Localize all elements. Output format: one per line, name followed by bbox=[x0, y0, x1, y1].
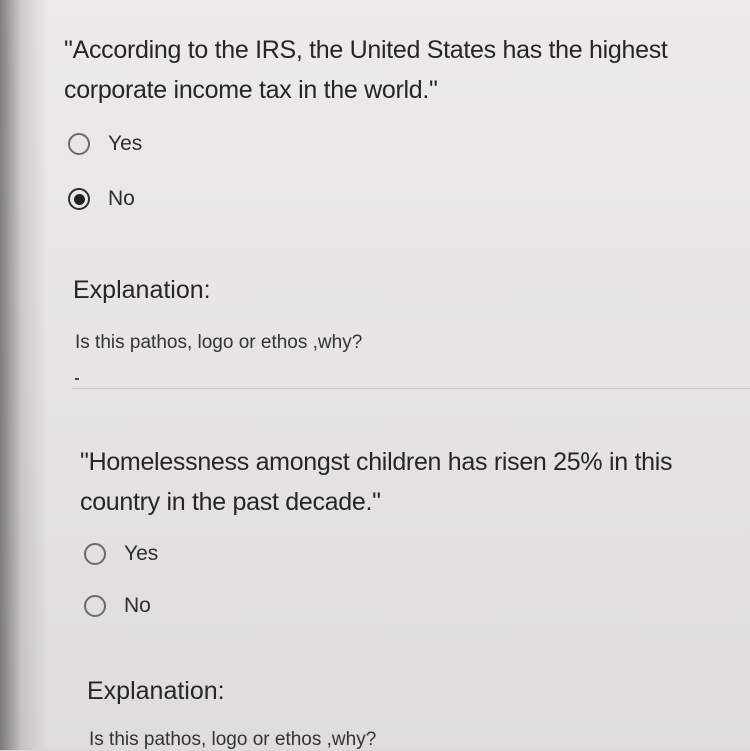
question-1-prompt-line-1: "According to the IRS, the United States… bbox=[64, 36, 668, 64]
radio-button-unchecked-icon[interactable] bbox=[84, 595, 106, 617]
question-1-prompt-line-2: corporate income tax in the world." bbox=[64, 76, 438, 104]
option-label: No bbox=[108, 187, 135, 210]
question-1-explanation-help: Is this pathos, logo or ethos ,why? bbox=[75, 332, 363, 353]
edge-shadow bbox=[0, 0, 48, 750]
question-1-prompt: "According to the IRS, the United States… bbox=[64, 30, 734, 110]
question-1-option-no[interactable]: No bbox=[68, 184, 135, 214]
question-2-prompt: "Homelessness amongst children has risen… bbox=[80, 442, 730, 522]
option-label: Yes bbox=[124, 542, 159, 565]
radio-button-unchecked-icon[interactable] bbox=[68, 133, 90, 155]
radio-button-unchecked-icon[interactable] bbox=[84, 543, 106, 565]
question-2-option-yes[interactable]: Yes bbox=[84, 539, 158, 569]
question-2-prompt-line-1: "Homelessness amongst children has risen… bbox=[80, 448, 673, 476]
option-label: No bbox=[124, 594, 151, 617]
question-1-explanation-title: Explanation: bbox=[73, 276, 211, 304]
question-2-prompt-line-2: country in the past decade." bbox=[80, 488, 381, 516]
question-2: "Homelessness amongst children has risen… bbox=[80, 442, 730, 522]
question-2-explanation-title: Explanation: bbox=[87, 677, 225, 705]
question-1-explanation-input[interactable] bbox=[72, 388, 750, 389]
text-caret bbox=[75, 378, 79, 380]
option-label: Yes bbox=[108, 132, 143, 155]
form-page: "According to the IRS, the United States… bbox=[0, 0, 750, 750]
question-2-explanation-help: Is this pathos, logo or ethos ,why? bbox=[89, 729, 377, 750]
radio-button-checked-icon[interactable] bbox=[68, 188, 90, 210]
question-1: "According to the IRS, the United States… bbox=[64, 30, 734, 110]
question-2-option-no[interactable]: No bbox=[84, 591, 151, 621]
question-1-option-yes[interactable]: Yes bbox=[68, 129, 142, 159]
